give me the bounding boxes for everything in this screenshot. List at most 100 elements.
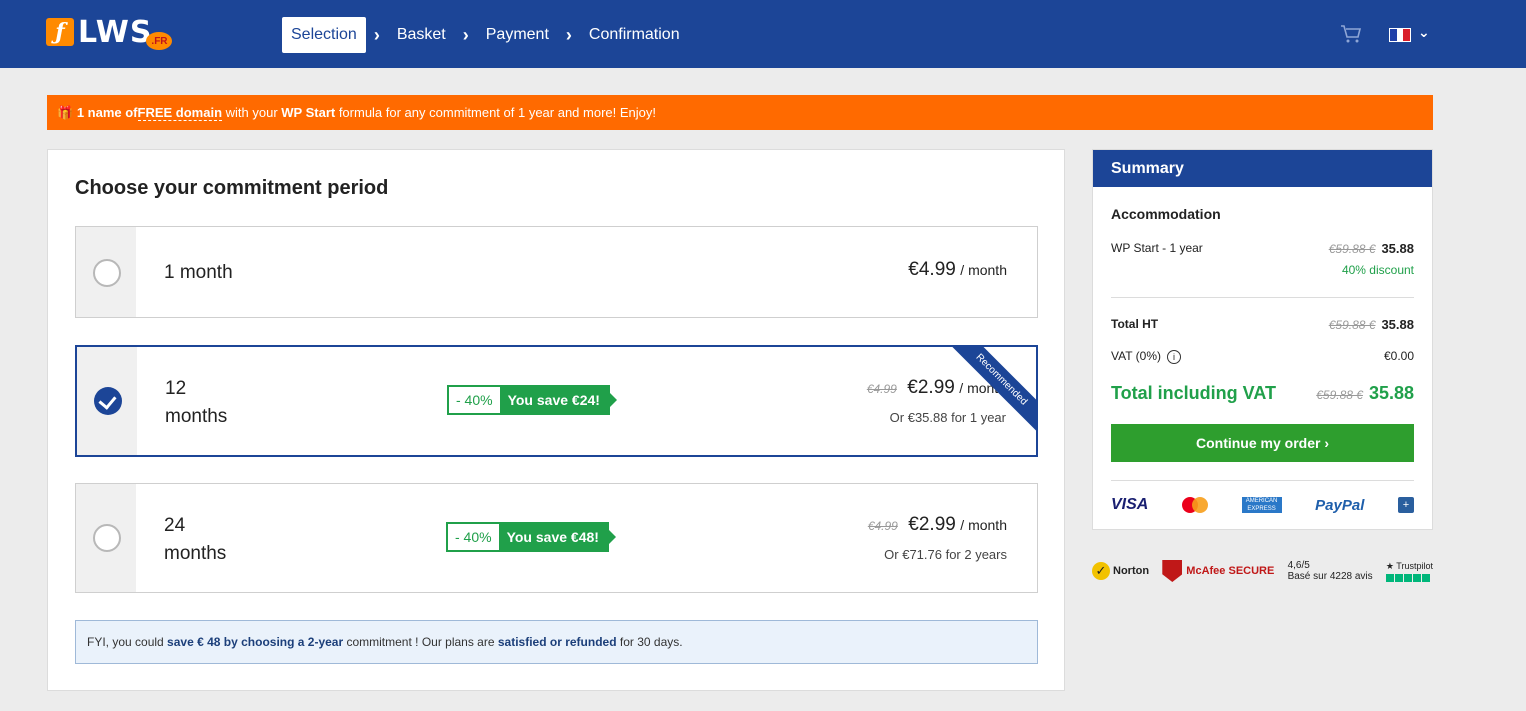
total-ht-value: 35.88 <box>1381 317 1414 332</box>
option-1-month[interactable]: 1 month €4.99 / month <box>75 226 1038 318</box>
radio-24-months[interactable] <box>93 524 121 552</box>
promo-plan-name: WP Start <box>281 105 336 120</box>
chevron-down-icon[interactable]: ⌄ <box>1418 24 1430 41</box>
cart-icon[interactable] <box>1340 24 1362 44</box>
chevron-right-icon: › <box>373 24 380 45</box>
paypal-logo: PayPal <box>1315 496 1365 514</box>
review-count: Basé sur 4228 avis <box>1287 571 1373 582</box>
score-value: 4,6/5 <box>1287 560 1310 571</box>
norton-text: Norton <box>1113 565 1150 577</box>
discount-badge: - 40% You save €48! <box>446 522 617 552</box>
total-ht-row: Total HT €59.88 € 35.88 <box>1111 317 1414 332</box>
old-price: €4.99 <box>866 382 897 396</box>
item-price-block: €59.88 € 35.88 40% discount <box>1329 241 1414 277</box>
checkmark-icon: ✓ <box>1092 562 1110 580</box>
total-ht-label: Total HT <box>1111 317 1159 331</box>
fyi-highlight-refund: satisfied or refunded <box>497 635 617 649</box>
option-label-number: 12 <box>165 378 187 399</box>
summary-title: Summary <box>1093 150 1432 187</box>
commitment-panel: Choose your commitment period 1 month €4… <box>47 149 1065 691</box>
divider <box>1111 480 1414 481</box>
total-label: Total including VAT <box>1111 383 1276 403</box>
fyi-text: for 30 days. <box>616 635 683 649</box>
chevron-right-icon: › <box>462 24 469 45</box>
total-price: €59.88 € 35.88 <box>1316 383 1414 404</box>
price-unit: / month <box>960 262 1007 278</box>
mcafee-text: McAfee SECURE <box>1186 565 1275 577</box>
item-old-price: €59.88 € <box>1328 242 1376 256</box>
radio-12-months[interactable] <box>94 387 122 415</box>
savings-amount: You save €24! <box>499 387 618 413</box>
item-discount: 40% discount <box>1341 263 1414 277</box>
option-label: 24 months <box>164 512 226 568</box>
payment-methods: VISA AMERICAN EXPRESS PayPal + <box>1111 496 1414 514</box>
step-payment[interactable]: Payment <box>477 17 558 53</box>
old-price: €4.99 <box>867 519 898 533</box>
french-flag-icon[interactable] <box>1389 28 1411 42</box>
shield-icon <box>1162 560 1183 582</box>
price-value: €2.99 <box>908 514 956 535</box>
vat-label: VAT (0%) <box>1111 349 1162 363</box>
continue-order-button[interactable]: Continue my order › <box>1111 424 1414 462</box>
option-label: 1 month <box>164 262 233 283</box>
total-value: 35.88 <box>1368 383 1414 403</box>
promo-text-3: with your <box>222 105 282 120</box>
option-price: €4.99 / month <box>908 259 1007 281</box>
trustpilot-stars <box>1385 573 1433 582</box>
radio-1-month[interactable] <box>93 259 121 287</box>
free-domain-link[interactable]: FREE domain <box>137 105 223 121</box>
price-value: €4.99 <box>908 259 956 280</box>
total-old: €59.88 € <box>1316 388 1363 402</box>
visa-logo: VISA <box>1111 496 1149 513</box>
total-ht-old: €59.88 € <box>1328 318 1376 332</box>
option-label-number: 24 <box>164 515 186 536</box>
top-navigation-bar: ƒ LWS .FR Selection › Basket › Payment ›… <box>0 0 1526 68</box>
option-24-months[interactable]: 24 months - 40% You save €48! €4.99 €2.9… <box>75 483 1038 593</box>
lws-logo[interactable]: ƒ LWS .FR <box>46 13 173 51</box>
price-unit: / month <box>960 517 1007 533</box>
discount-percent: - 40% <box>449 387 500 413</box>
step-selection[interactable]: Selection <box>282 17 366 53</box>
checkout-steps: Selection › Basket › Payment › Confirmat… <box>282 17 689 53</box>
info-icon[interactable]: i <box>1167 349 1182 364</box>
step-confirmation[interactable]: Confirmation <box>580 17 689 53</box>
amex-logo: AMERICAN EXPRESS <box>1241 497 1282 513</box>
logo-fr-badge: .FR <box>146 32 173 50</box>
total-incl-vat-row: Total including VAT €59.88 € 35.88 <box>1111 383 1414 404</box>
divider <box>1111 297 1414 298</box>
item-label: WP Start - 1 year <box>1111 241 1203 255</box>
promo-text-5: formula for any commitment of 1 year and… <box>335 105 657 120</box>
option-12-months[interactable]: 12 months - 40% You save €24! €4.99 €2.9… <box>75 345 1038 457</box>
gift-icon: 🎁 <box>57 105 74 120</box>
order-summary: Summary Accommodation WP Start - 1 year … <box>1092 149 1433 530</box>
more-payments-icon: + <box>1398 497 1414 513</box>
summary-section-title: Accommodation <box>1111 206 1221 222</box>
savings-amount: You save €48! <box>498 524 617 550</box>
lws-logo-icon: ƒ <box>46 18 74 46</box>
fyi-text: FYI, you could <box>87 635 168 649</box>
fyi-text: commitment ! Our plans are <box>343 635 498 649</box>
step-basket[interactable]: Basket <box>388 17 455 53</box>
option-price: €4.99 €2.99 / month <box>868 514 1007 536</box>
discount-percent: - 40% <box>448 524 499 550</box>
two-year-price: Or €71.76 for 2 years <box>884 547 1007 562</box>
trustpilot-badge[interactable]: ★ Trustpilot <box>1385 560 1433 582</box>
promo-text-1: 1 name of <box>76 105 138 120</box>
item-price: 35.88 <box>1381 241 1414 256</box>
option-label-unit: months <box>165 406 228 427</box>
total-ht-price: €59.88 € 35.88 <box>1329 317 1414 332</box>
chevron-right-icon: › <box>565 24 572 45</box>
mastercard-logo <box>1181 497 1208 513</box>
recommended-ribbon: Recommended <box>946 347 1036 437</box>
option-label-unit: months <box>164 543 227 564</box>
summary-item-row: WP Start - 1 year €59.88 € 35.88 40% disc… <box>1111 241 1414 281</box>
trustpilot-text: ★ Trustpilot <box>1385 560 1433 571</box>
review-score: 4,6/5 Basé sur 4228 avis <box>1288 560 1373 582</box>
ribbon-label: Recommended <box>947 347 1036 434</box>
option-label: 12 months <box>165 375 227 431</box>
trust-badges: ✓ Norton McAfee SECURE 4,6/5 Basé sur 422… <box>1092 556 1433 586</box>
vat-row: VAT (0%) i €0.00 <box>1111 349 1414 364</box>
page-title: Choose your commitment period <box>75 177 389 199</box>
norton-badge: ✓ Norton <box>1092 562 1149 580</box>
info-notice: FYI, you could save € 48 by choosing a 2… <box>75 620 1038 664</box>
